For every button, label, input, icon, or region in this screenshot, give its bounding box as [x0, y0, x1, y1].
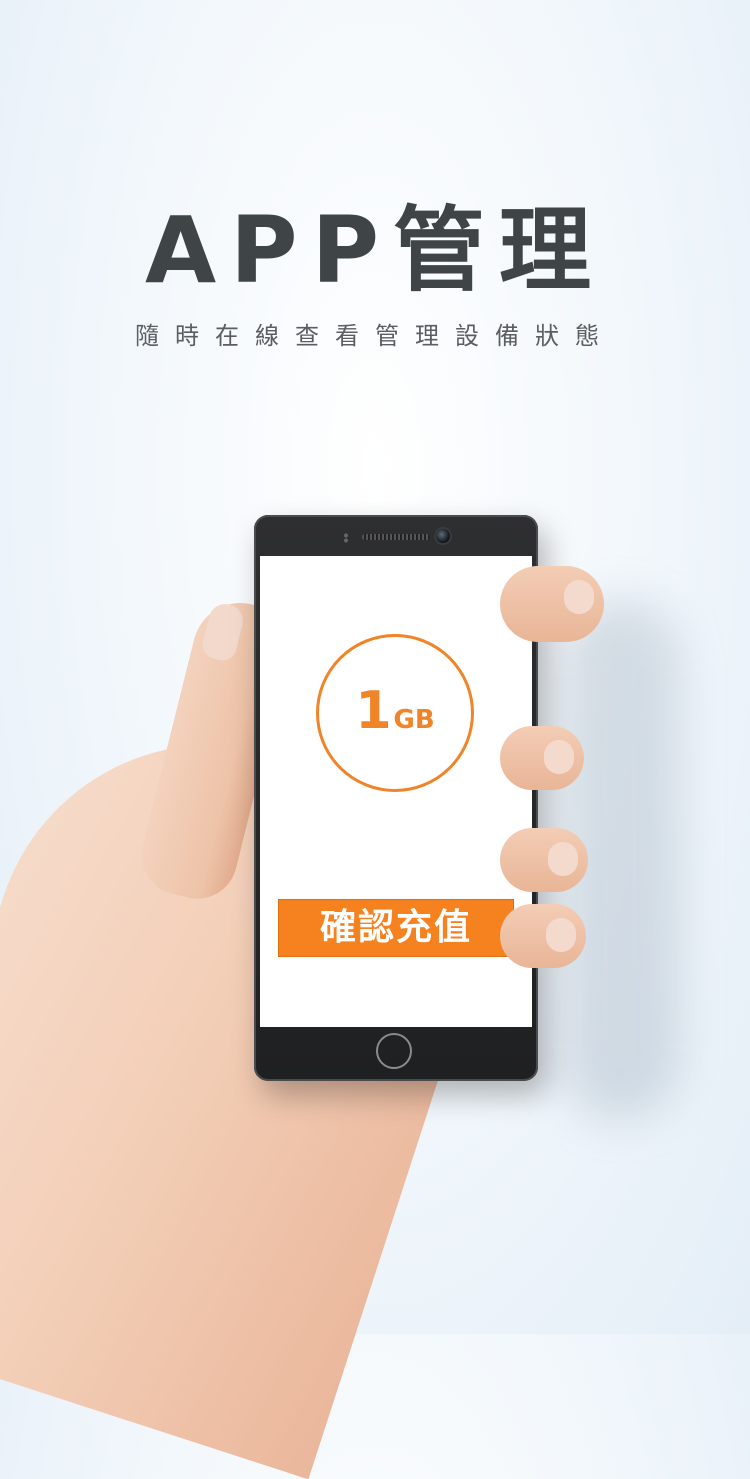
earpiece-speaker-icon	[362, 534, 430, 540]
phone-device: 1GB 確認充值	[254, 515, 538, 1081]
finger-nail	[564, 580, 594, 614]
finger-middle	[500, 726, 584, 790]
finger-ring	[500, 828, 588, 892]
finger-nail	[546, 918, 576, 952]
proximity-sensor-icon	[344, 533, 348, 543]
finger-nail	[544, 740, 574, 774]
front-camera-icon	[436, 529, 450, 543]
data-amount: 1	[355, 681, 392, 741]
phone-screen: 1GB 確認充值	[260, 556, 532, 1027]
page-subtitle: 隨時在線查看管理設備狀態	[135, 322, 615, 350]
data-balance-ring: 1GB	[316, 634, 474, 792]
finger-index	[500, 566, 604, 642]
finger-nail	[548, 842, 578, 876]
data-unit: GB	[393, 705, 435, 735]
confirm-topup-button[interactable]: 確認充值	[278, 899, 514, 957]
home-button[interactable]	[376, 1033, 412, 1069]
page-title: APP管理	[144, 197, 606, 304]
finger-little	[500, 904, 586, 968]
